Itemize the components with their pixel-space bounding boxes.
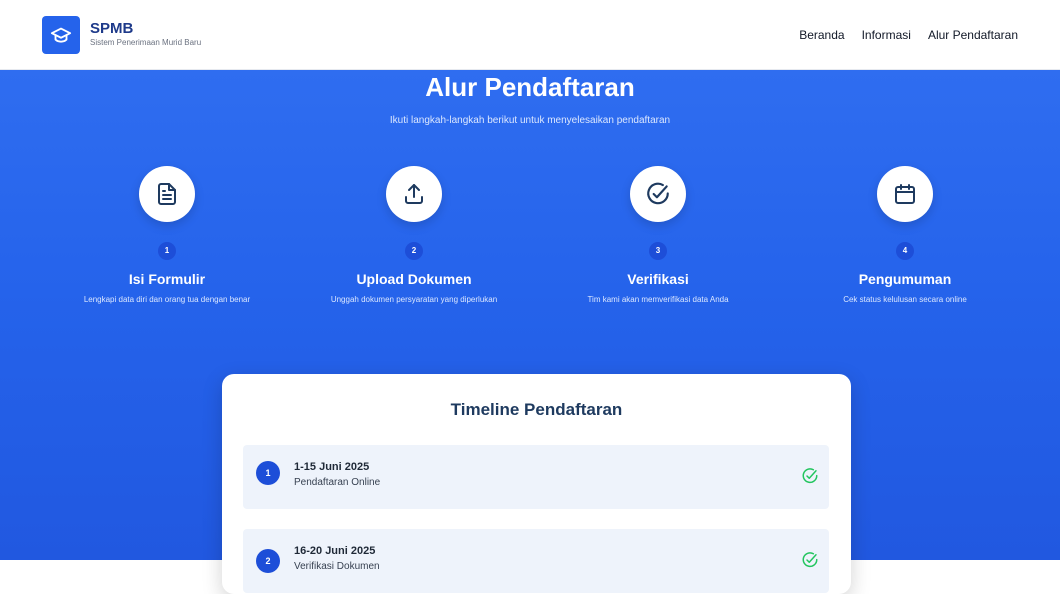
step-description: Tim kami akan memverifikasi data Anda <box>587 295 729 304</box>
step-number: 4 <box>896 242 914 260</box>
step-icon-circle <box>877 166 933 222</box>
nav-informasi[interactable]: Informasi <box>862 28 911 42</box>
timeline-item-date: 16-20 Juni 2025 <box>294 545 376 557</box>
step-number: 2 <box>405 242 423 260</box>
calendar-icon <box>895 184 915 204</box>
step-isi-formulir: 1 Isi Formulir Lengkapi data diri dan or… <box>37 166 297 304</box>
timeline-item-label: Pendaftaran Online <box>294 477 381 488</box>
nav-links: Beranda Informasi Alur Pendaftaran <box>799 28 1018 42</box>
brand-subtitle: Sistem Penerimaan Murid Baru <box>90 38 202 47</box>
nav-alur-pendaftaran[interactable]: Alur Pendaftaran <box>928 28 1018 42</box>
timeline-item-number: 2 <box>256 549 280 573</box>
timeline-item-label: Verifikasi Dokumen <box>294 561 380 572</box>
step-title: Isi Formulir <box>128 271 206 287</box>
step-title: Upload Dokumen <box>356 271 472 287</box>
hero-section: Alur Pendaftaran Ikuti langkah-langkah b… <box>0 70 1060 594</box>
timeline-card: Timeline Pendaftaran 1 1-15 Juni 2025 Pe… <box>222 374 851 594</box>
step-description: Lengkapi data diri dan orang tua dengan … <box>83 295 251 304</box>
step-title: Pengumuman <box>858 271 952 287</box>
step-description: Cek status kelulusan secara online <box>843 295 967 304</box>
step-icon-circle <box>386 166 442 222</box>
step-number: 1 <box>158 242 176 260</box>
page-title: Alur Pendaftaran <box>425 72 635 102</box>
timeline-item: 2 16-20 Juni 2025 Verifikasi Dokumen <box>243 529 829 593</box>
check-circle-icon <box>802 468 818 484</box>
step-title: Verifikasi <box>627 271 689 287</box>
step-pengumuman: 4 Pengumuman Cek status kelulusan secara… <box>775 166 1035 304</box>
document-icon <box>158 183 176 205</box>
step-icon-circle <box>139 166 195 222</box>
timeline-title: Timeline Pendaftaran <box>450 400 623 419</box>
brand[interactable]: SPMB Sistem Penerimaan Murid Baru <box>42 15 202 54</box>
logo <box>42 15 80 54</box>
timeline-item: 1 1-15 Juni 2025 Pendaftaran Online <box>243 445 829 509</box>
navbar: SPMB Sistem Penerimaan Murid Baru Berand… <box>0 0 1060 70</box>
timeline-item-date: 1-15 Juni 2025 <box>294 461 370 473</box>
nav-beranda[interactable]: Beranda <box>799 28 844 42</box>
brand-name: SPMB <box>90 20 134 37</box>
step-icon-circle <box>630 166 686 222</box>
check-circle-icon <box>647 182 669 205</box>
step-upload-dokumen: 2 Upload Dokumen Unggah dokumen persyara… <box>284 166 544 304</box>
step-verifikasi: 3 Verifikasi Tim kami akan memverifikasi… <box>528 166 788 304</box>
graduation-cap-icon <box>50 27 72 43</box>
timeline-item-number: 1 <box>256 461 280 485</box>
upload-icon <box>405 184 423 204</box>
page-subtitle: Ikuti langkah-langkah berikut untuk meny… <box>389 115 671 126</box>
step-number: 3 <box>649 242 667 260</box>
check-circle-icon <box>802 552 818 568</box>
step-description: Unggah dokumen persyaratan yang diperluk… <box>330 295 498 304</box>
